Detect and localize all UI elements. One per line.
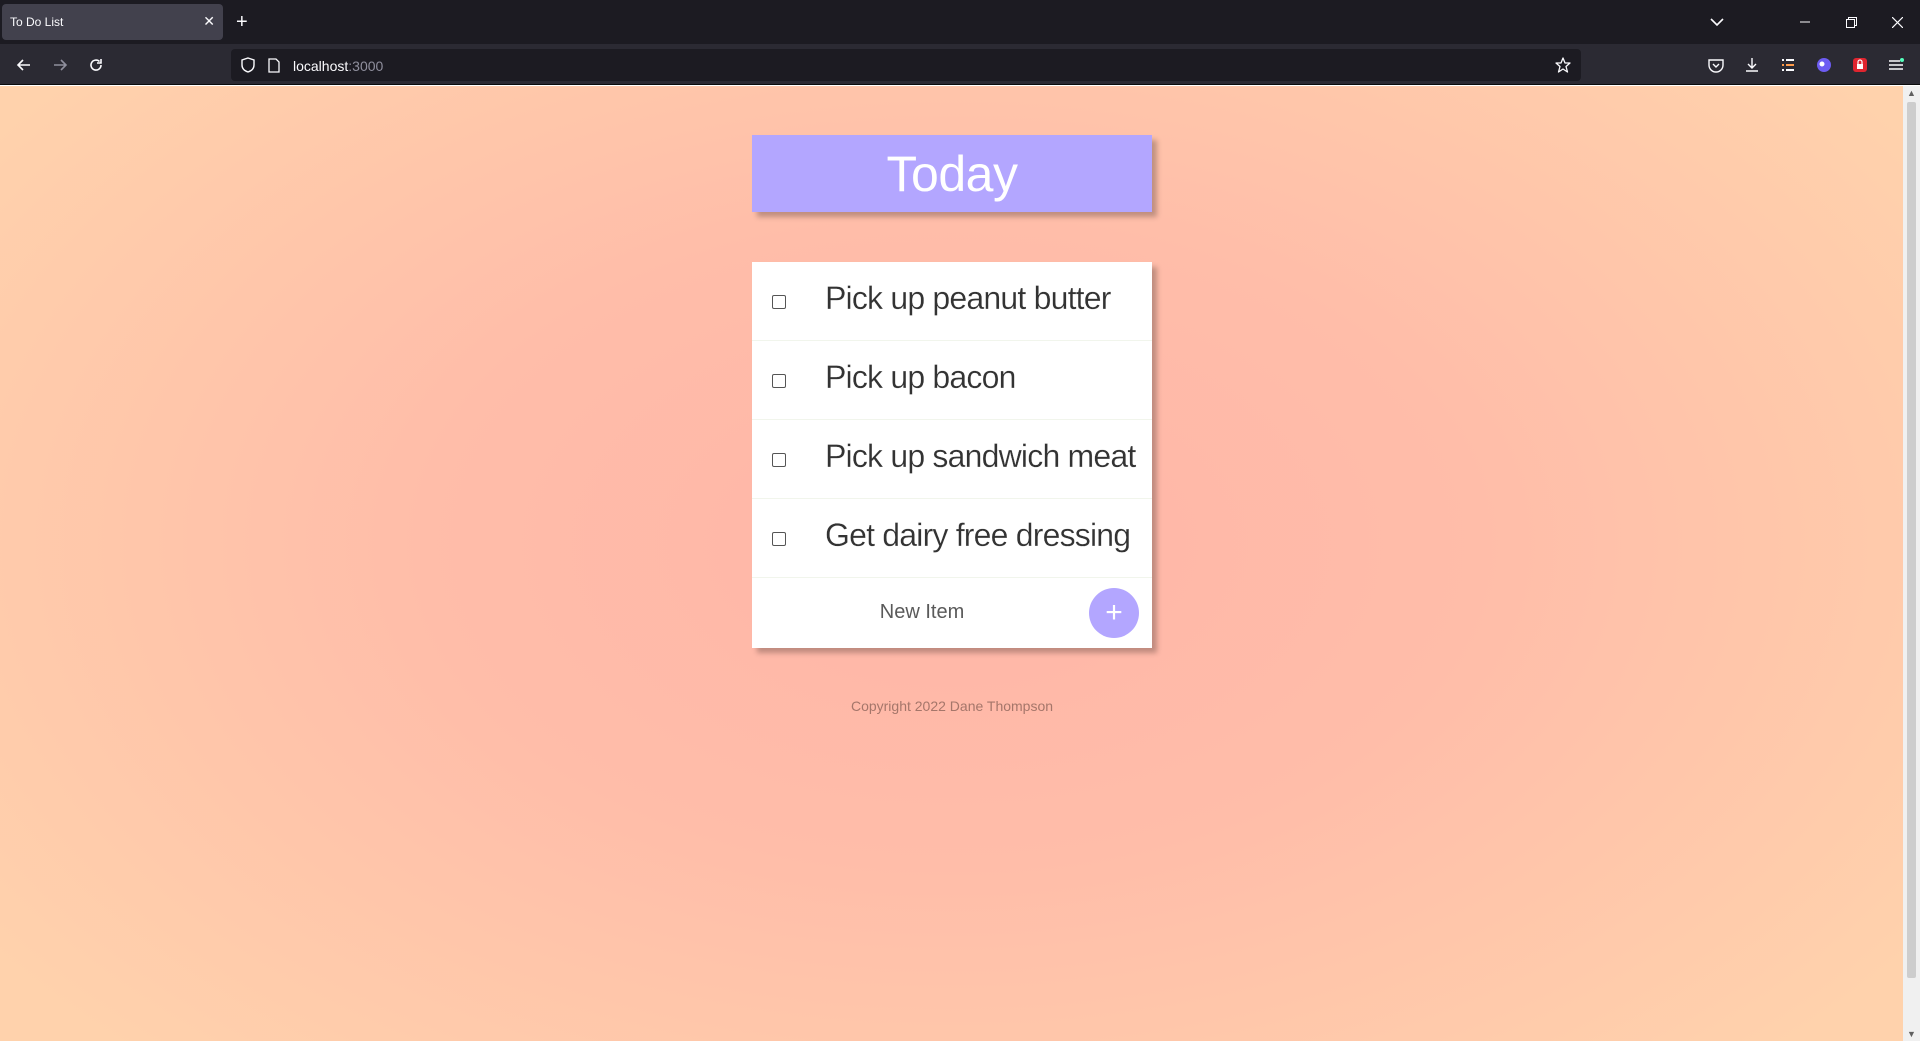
pocket-icon[interactable] bbox=[1698, 52, 1734, 78]
new-item-input[interactable] bbox=[812, 596, 1032, 628]
url-port: :3000 bbox=[348, 58, 384, 74]
scrollbar-thumb[interactable] bbox=[1907, 102, 1916, 978]
window-controls bbox=[1694, 0, 1920, 44]
heading-box: Today bbox=[752, 135, 1152, 212]
close-tab-icon[interactable]: ✕ bbox=[203, 13, 215, 30]
restore-icon[interactable] bbox=[1828, 0, 1874, 44]
page-viewport: Today Pick up peanut butter Pick up baco… bbox=[0, 86, 1903, 1041]
extension-icon[interactable] bbox=[1806, 52, 1842, 78]
copyright-footer: Copyright 2022 Dane Thompson bbox=[850, 698, 1054, 714]
url-text[interactable]: localhost:3000 bbox=[293, 58, 383, 74]
close-window-icon[interactable] bbox=[1874, 0, 1920, 44]
browser-nav-bar: localhost:3000 bbox=[0, 44, 1920, 85]
url-bar[interactable]: localhost:3000 bbox=[231, 49, 1581, 81]
item-label: Pick up peanut butter bbox=[825, 280, 1112, 316]
list-item: Pick up bacon bbox=[752, 341, 1152, 420]
list-item: Pick up peanut butter bbox=[752, 262, 1152, 341]
toolbar-icons bbox=[1698, 52, 1914, 78]
scroll-down-arrow-icon[interactable]: ▼ bbox=[1907, 1029, 1916, 1039]
library-icon[interactable] bbox=[1770, 52, 1806, 78]
list-all-tabs-icon[interactable] bbox=[1694, 0, 1740, 44]
todo-list-card: Pick up peanut butter Pick up bacon Pick… bbox=[752, 262, 1152, 648]
new-item-form: + bbox=[752, 578, 1152, 648]
browser-tab-bar: To Do List ✕ + bbox=[0, 0, 1920, 44]
page-title: Today bbox=[886, 145, 1018, 202]
bookmark-star-icon[interactable] bbox=[1553, 55, 1573, 75]
page-icon[interactable] bbox=[265, 56, 283, 74]
url-host: localhost bbox=[293, 58, 349, 74]
list-item: Get dairy free dressing bbox=[752, 499, 1152, 578]
back-icon[interactable] bbox=[10, 52, 38, 78]
item-label: Pick up bacon bbox=[825, 359, 1017, 395]
reload-icon[interactable] bbox=[82, 52, 110, 78]
item-checkbox[interactable] bbox=[772, 532, 786, 546]
list-item: Pick up sandwich meat bbox=[752, 420, 1152, 499]
shield-icon[interactable] bbox=[239, 56, 257, 74]
item-label: Pick up sandwich meat bbox=[825, 438, 1136, 474]
forward-icon[interactable] bbox=[46, 52, 74, 78]
menu-icon[interactable] bbox=[1878, 52, 1914, 78]
minimize-icon[interactable] bbox=[1782, 0, 1828, 44]
item-checkbox[interactable] bbox=[772, 453, 786, 467]
tab-title: To Do List bbox=[10, 15, 64, 29]
new-tab-icon[interactable]: + bbox=[236, 9, 248, 35]
downloads-icon[interactable] bbox=[1734, 52, 1770, 78]
add-item-button[interactable]: + bbox=[1089, 588, 1139, 638]
scroll-up-arrow-icon[interactable]: ▲ bbox=[1907, 88, 1916, 98]
item-checkbox[interactable] bbox=[772, 374, 786, 388]
item-label: Get dairy free dressing bbox=[825, 517, 1131, 553]
item-checkbox[interactable] bbox=[772, 295, 786, 309]
vertical-scrollbar[interactable]: ▲ ▼ bbox=[1903, 86, 1920, 1041]
browser-tab[interactable]: To Do List ✕ bbox=[2, 4, 223, 40]
password-manager-icon[interactable] bbox=[1842, 52, 1878, 78]
